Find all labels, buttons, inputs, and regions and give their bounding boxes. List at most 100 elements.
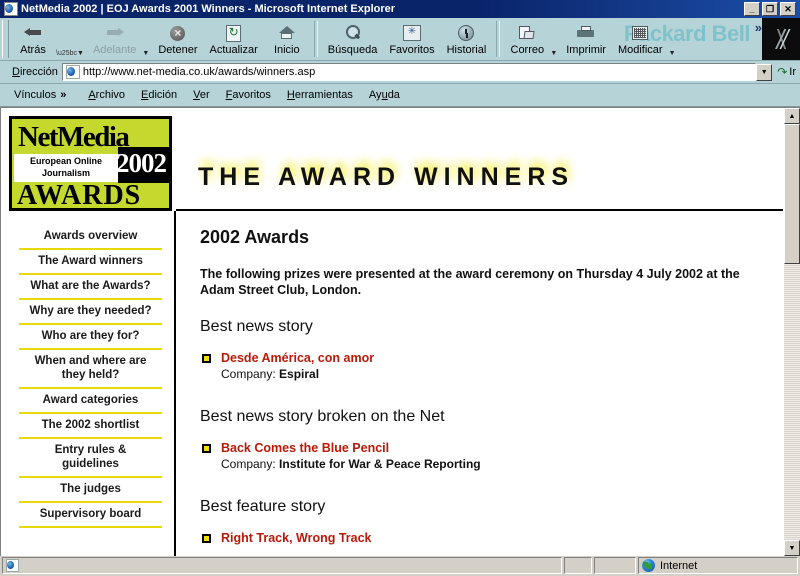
chevron-down-icon: ▼ [760,68,768,76]
menu-archivo-rest: rchivo [95,89,126,101]
globe-icon [642,559,655,572]
sidebar-item-awards-overview[interactable]: Awards overview [19,225,162,250]
winner-company: Company: Institute for War & Peace Repor… [221,456,771,472]
menu-item-favoritos[interactable]: Favoritos [218,87,279,103]
category-heading-best-news-story: Best news story [200,318,313,335]
toolbar-grip[interactable] [2,20,9,58]
sidebar-item-the-award-winners[interactable]: The Award winners [19,250,162,275]
edit-button-label: Modificar [617,44,663,56]
security-zone-panel[interactable]: Internet [638,557,798,574]
sidebar-nav: Awards overview The Award winners What a… [1,211,176,556]
vertical-scroll-thumb[interactable] [784,124,800,264]
menu-item-ayuda[interactable]: Ayuda [361,87,408,103]
back-dropdown-icon[interactable]: \u25bc▼ [56,50,87,60]
security-zone-label: Internet [660,559,698,572]
menu-item-edicion[interactable]: Edición [133,87,185,103]
menu-item-herramientas[interactable]: Herramientas [279,87,361,103]
menu-ayuda-rest: da [387,89,400,101]
page-title: 2002 Awards [200,227,310,247]
main-content: 2002 Awards The following prizes were pr… [176,211,783,556]
search-icon [342,23,364,43]
sidebar-item-supervisory-board[interactable]: Supervisory board [19,503,162,528]
search-button[interactable]: Búsqueda [322,21,384,57]
back-button[interactable]: Atrás [10,21,56,57]
address-dropdown-button[interactable]: ▼ [756,63,773,81]
history-button[interactable]: Historial [441,21,493,57]
tools-group: Correo ▼ Imprimir Modificar ▼ [504,18,678,60]
sidebar-item-why-are-they-needed[interactable]: Why are they needed? [19,300,162,325]
menu-item-ver[interactable]: Ver [185,87,218,103]
company-name: Espiral [279,367,320,381]
ie-page-icon [6,559,19,572]
address-input[interactable]: http://www.net-media.co.uk/awards/winner… [61,63,757,81]
go-button[interactable]: ↷ Ir [773,65,800,79]
back-button-label: Atrás [20,44,46,56]
web-page: NetMedia European Online Journalism 2002… [1,108,783,556]
category-heading-best-feature-story: Best feature story [200,498,326,515]
forward-dropdown-icon[interactable]: ▼ [142,50,152,60]
edit-icon [629,23,651,43]
edit-dropdown-icon[interactable]: ▼ [669,50,679,60]
category-heading-best-news-story-net: Best news story broken on the Net [200,408,445,425]
home-icon [276,23,298,43]
logo-subtitle-line2: Journalism [41,168,90,178]
minimize-icon: _ [749,4,755,14]
title-bar: NetMedia 2002 | EOJ Awards 2001 Winners … [0,0,800,18]
back-arrow-icon [22,23,44,43]
winner-title-link[interactable]: Desde América, con amor [221,350,771,366]
status-panel-2 [564,557,592,574]
search-button-label: Búsqueda [327,44,378,56]
menu-herramientas-rest: erramientas [294,89,353,101]
logo-awards-text: AWARDS [17,180,142,211]
bullet-square-icon [202,354,211,363]
logo-netmedia-text: NetMedia [18,121,130,153]
sidebar-item-who-are-they-for[interactable]: Who are they for? [19,325,162,350]
print-button[interactable]: Imprimir [560,21,612,57]
winner-entry: Back Comes the Blue Pencil Company: Inst… [200,440,771,472]
packard-bell-logo-icon [762,18,800,60]
page-icon [65,65,80,79]
sidebar-item-award-categories[interactable]: Award categories [19,389,162,414]
close-button[interactable]: ✕ [780,2,796,16]
refresh-icon [223,23,245,43]
logo-cell: NetMedia European Online Journalism 2002… [1,108,176,211]
mail-dropdown-icon[interactable]: ▼ [550,50,560,60]
forward-button-label: Adelante [92,44,137,56]
menu-item-archivo[interactable]: Archivo [80,87,133,103]
menu-ver-rest: er [199,89,210,101]
refresh-button[interactable]: Actualizar [203,21,263,57]
home-button[interactable]: Inicio [264,21,310,57]
vertical-scrollbar[interactable]: ▲ ▼ [783,108,800,556]
links-button[interactable]: Vínculos » [10,89,70,101]
netmedia-awards-logo: NetMedia European Online Journalism 2002… [9,116,172,211]
toolbar-separator [313,21,318,57]
vertical-scroll-track[interactable] [784,124,800,540]
intro-paragraph: The following prizes were presented at t… [200,267,740,297]
page-body: Awards overview The Award winners What a… [1,211,783,556]
home-button-label: Inicio [273,44,300,56]
page-masthead: NetMedia European Online Journalism 2002… [1,108,783,211]
sidebar-item-when-and-where[interactable]: When and where are they held? [19,350,162,389]
minimize-button[interactable]: _ [744,2,760,16]
logo-subtitle: European Online Journalism [18,155,114,179]
stop-button[interactable]: Detener [152,21,203,57]
sidebar-item-entry-rules[interactable]: Entry rules & guidelines [19,439,162,478]
sidebar-item-the-judges[interactable]: The judges [19,478,162,503]
scroll-down-button[interactable]: ▼ [784,540,800,556]
scroll-up-button[interactable]: ▲ [784,108,800,124]
sidebar-item-2002-shortlist[interactable]: The 2002 shortlist [19,414,162,439]
winner-title-link[interactable]: Back Comes the Blue Pencil [221,440,771,456]
bullet-square-icon [202,444,211,453]
edit-button[interactable]: Modificar [612,21,669,57]
mail-button[interactable]: Correo [504,21,550,57]
close-icon: ✕ [784,4,792,14]
favorites-button[interactable]: Favoritos [383,21,440,57]
mail-button-label: Correo [510,44,545,56]
bullet-square-icon [202,534,211,543]
restore-button[interactable]: ❐ [762,2,778,16]
toolbar-overflow-chevron[interactable]: » [755,20,762,35]
forward-button[interactable]: Adelante [87,21,142,57]
winner-title-link[interactable]: Right Track, Wrong Track [221,530,771,546]
sidebar-item-what-are-the-awards[interactable]: What are the Awards? [19,275,162,300]
winner-company: Company: Espiral [221,366,771,382]
